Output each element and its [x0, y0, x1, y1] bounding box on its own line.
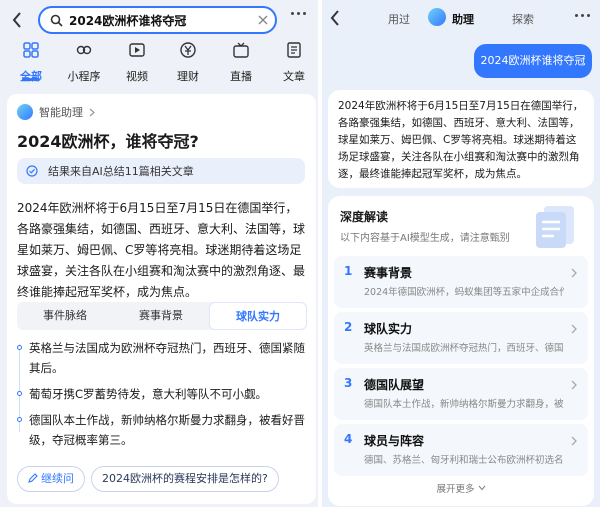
assistant-logo-icon — [428, 8, 446, 26]
chevron-right-icon — [571, 380, 577, 390]
segment-background[interactable]: 赛事背景 — [113, 302, 209, 330]
deep-title: 深度解读 — [340, 210, 389, 224]
card-title: 2024欧洲杯，谁将夺冠? — [17, 132, 199, 151]
timeline-item: 德国队本土作战，新帅纳格尔斯曼力求翻身，被看好晋级，夺冠概率第三。 — [17, 410, 309, 450]
tab-article[interactable]: 文章 — [270, 42, 318, 84]
tab-label: 小程序 — [67, 70, 101, 83]
article-icon — [287, 42, 301, 58]
assistant-answer: 2024年欧洲杯将于6月15日至7月15日在德国举行，各路豪强集结，如德国、西班… — [328, 90, 594, 188]
assistant-topbar: 用过 助理 探索 — [322, 0, 600, 36]
check-circle-icon — [26, 165, 38, 177]
live-icon — [233, 42, 249, 58]
timeline-item: 英格兰与法国成为欧洲杯夺冠热门，西班牙、德国紧随其后。 — [17, 338, 309, 378]
right-panel: 用过 助理 探索 2024欧洲杯谁将夺冠 2024年欧洲杯将于6月15日至7月1… — [322, 0, 600, 507]
tab-mini-program[interactable]: 小程序 — [60, 42, 108, 84]
tab-used[interactable]: 用过 — [388, 11, 410, 27]
search-query: 2024欧洲杯谁将夺冠 — [69, 13, 187, 28]
tab-assistant[interactable]: 助理 — [452, 11, 474, 27]
grid-icon — [23, 42, 39, 58]
active-tab-indicator — [22, 78, 40, 81]
tab-label: 全部 — [20, 70, 42, 83]
mini-program-icon — [76, 45, 92, 55]
suggestion-chip[interactable]: 2024欧洲杯的赛程安排是怎样的? — [91, 466, 279, 492]
tab-label: 视频 — [126, 70, 148, 83]
timeline-item: 葡萄牙携C罗蓄势待发，意大利等队不可小觑。 — [17, 384, 309, 404]
search-bar: 2024欧洲杯谁将夺冠 — [0, 0, 318, 38]
back-arrow-icon[interactable] — [12, 12, 22, 28]
chevron-right-icon — [571, 436, 577, 446]
assistant-label: 智能助理 — [39, 106, 83, 119]
tab-label: 直播 — [230, 70, 252, 83]
tab-video[interactable]: 视频 — [113, 42, 161, 84]
clear-icon[interactable] — [257, 14, 269, 26]
user-message-bubble: 2024欧洲杯谁将夺冠 — [474, 44, 592, 78]
assistant-logo-icon — [17, 104, 33, 120]
deep-item[interactable]: 4 球员与阵容 德国、苏格兰、匈牙利和瑞士公布欧洲杯初选名… — [334, 424, 588, 476]
source-text: 结果来自AI总结11篇相关文章 — [48, 165, 194, 178]
tab-explore[interactable]: 探索 — [512, 11, 534, 27]
back-arrow-icon[interactable] — [328, 9, 342, 27]
source-note[interactable]: 结果来自AI总结11篇相关文章 — [17, 158, 305, 184]
segment-event-timeline[interactable]: 事件脉络 — [17, 302, 113, 330]
finance-icon — [180, 42, 196, 58]
tab-label: 文章 — [283, 70, 305, 83]
assistant-header[interactable]: 智能助理 — [17, 104, 95, 120]
video-icon — [129, 43, 145, 57]
topic-segments: 事件脉络 赛事背景 球队实力 — [17, 302, 307, 330]
search-input[interactable]: 2024欧洲杯谁将夺冠 — [38, 6, 277, 34]
expand-more-link[interactable]: 展开更多 — [328, 481, 594, 495]
tab-label: 理财 — [177, 70, 199, 83]
tab-finance[interactable]: 理财 — [164, 42, 212, 84]
deep-disclaimer: 以下内容基于AI模型生成，请注意甄别 — [340, 233, 510, 244]
continue-ask-chip[interactable]: 继续问 — [17, 466, 85, 492]
deep-item[interactable]: 3 德国队展望 德国队本土作战，新帅纳格尔斯曼力求翻身，被… — [334, 368, 588, 420]
answer-body: 2024年欧洲杯将于6月15日至7月15日在德国举行，各路豪强集结，如德国、西班… — [17, 201, 306, 299]
chevron-right-icon — [571, 268, 577, 278]
deep-item[interactable]: 2 球队实力 英格兰与法国成欧洲杯夺冠热门，西班牙、德国… — [334, 312, 588, 364]
document-illustration-icon — [536, 206, 574, 248]
chevron-right-icon — [571, 324, 577, 334]
search-icon — [49, 13, 63, 27]
deep-analysis-card: 深度解读 以下内容基于AI模型生成，请注意甄别 1 赛事背景 2024年德国欧洲… — [328, 196, 594, 506]
more-dots-icon[interactable] — [291, 12, 306, 15]
pencil-icon — [28, 473, 38, 483]
deep-item[interactable]: 1 赛事背景 2024年德国欧洲杯，蚂蚁集团等五家中企成合作… — [334, 256, 588, 308]
chevron-down-icon — [478, 485, 485, 491]
category-tabs: 全部 小程序 视频 理财 直播 文章 — [0, 38, 318, 86]
segment-team-strength[interactable]: 球队实力 — [209, 302, 307, 330]
timeline: 英格兰与法国成为欧洲杯夺冠热门，西班牙、德国紧随其后。 葡萄牙携C罗蓄势待发，意… — [17, 338, 309, 456]
suggestion-chips: 继续问 2024欧洲杯的赛程安排是怎样的? — [17, 466, 279, 492]
ai-answer-card: 智能助理 2024欧洲杯，谁将夺冠? 结果来自AI总结11篇相关文章 2024年… — [7, 94, 316, 504]
left-panel: 2024欧洲杯谁将夺冠 全部 小程序 视频 理财 直播 文章 智能助理 2024… — [0, 0, 318, 507]
more-dots-icon[interactable] — [575, 14, 590, 17]
chevron-right-icon — [89, 108, 95, 116]
tab-live[interactable]: 直播 — [217, 42, 265, 84]
